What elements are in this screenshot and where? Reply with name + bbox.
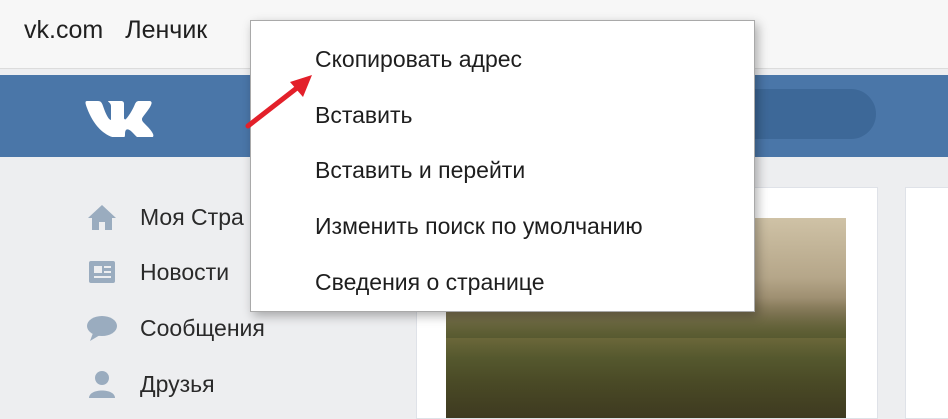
- news-icon: [84, 257, 120, 287]
- sidebar-item-label: Новости: [140, 258, 230, 285]
- context-menu: Скопировать адрес Вставить Вставить и пе…: [250, 20, 755, 312]
- friends-icon: [84, 369, 120, 399]
- messages-icon: [84, 313, 120, 343]
- page-title: Ленчик: [125, 16, 208, 44]
- url-domain: vk.com: [24, 16, 104, 44]
- sidebar-item-label: Моя Стра: [140, 203, 244, 230]
- sidebar-item-label: Друзья: [140, 370, 215, 397]
- home-icon: [84, 202, 120, 232]
- menu-item-change-default-search[interactable]: Изменить поиск по умолчанию: [315, 206, 643, 246]
- sidebar-item-my-page[interactable]: Моя Стра: [84, 197, 244, 237]
- menu-item-page-info[interactable]: Сведения о странице: [315, 262, 545, 302]
- menu-item-copy-address[interactable]: Скопировать адрес: [315, 39, 522, 79]
- sidebar-item-label: Сообщения: [140, 314, 265, 341]
- menu-item-paste[interactable]: Вставить: [315, 95, 413, 135]
- red-arrow-icon: [245, 75, 312, 129]
- address-text[interactable]: vk.com Ленчик: [24, 16, 207, 45]
- right-column-card: [905, 187, 948, 419]
- sidebar-item-messages[interactable]: Сообщения: [84, 308, 265, 348]
- vk-logo-icon[interactable]: [84, 97, 154, 137]
- sidebar-item-friends[interactable]: Друзья: [84, 364, 215, 404]
- menu-item-paste-and-go[interactable]: Вставить и перейти: [315, 150, 525, 190]
- sidebar-item-news[interactable]: Новости: [84, 252, 229, 292]
